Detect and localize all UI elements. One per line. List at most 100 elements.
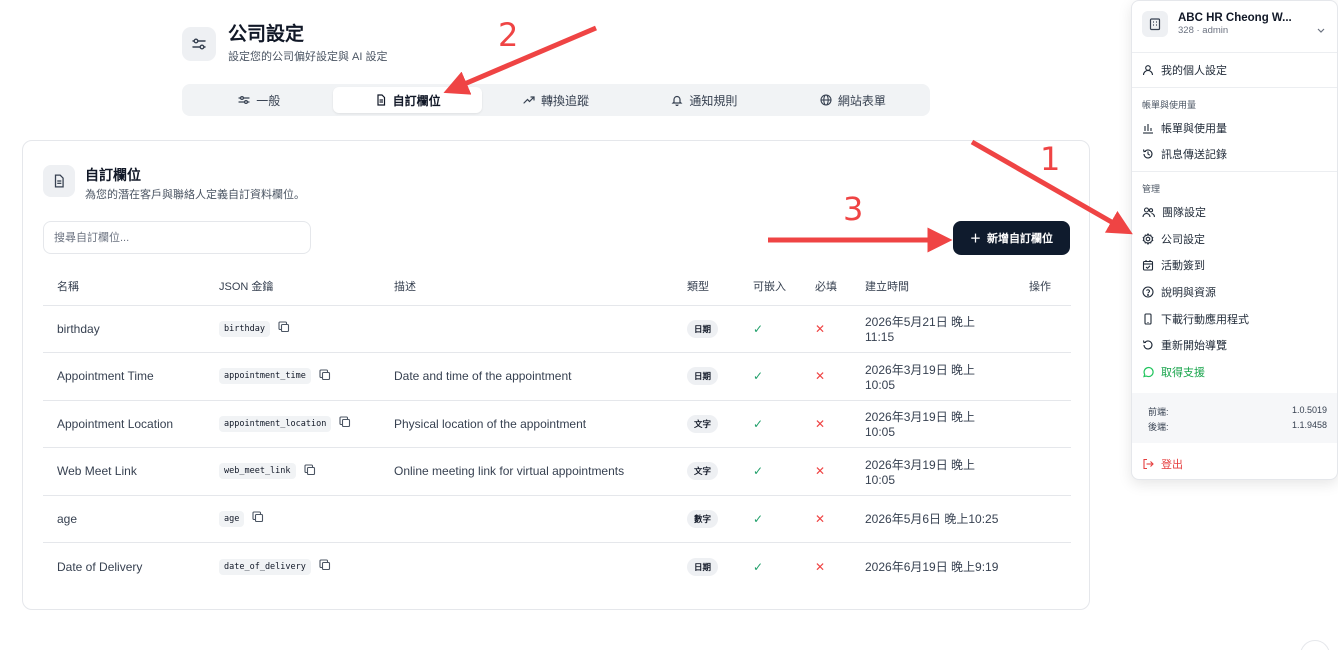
logout-icon (1143, 458, 1154, 470)
field-description: Online meeting link for virtual appointm… (380, 447, 673, 496)
menu-item-label: 公司設定 (1161, 234, 1205, 246)
table-row[interactable]: Web Meet Link web_meet_link Online meeti… (43, 447, 1071, 496)
type-badge: 日期 (687, 367, 719, 386)
table-row[interactable]: Appointment Location appointment_locatio… (43, 400, 1071, 448)
document-icon (376, 94, 385, 106)
menu-item-help[interactable]: 說明與資源 (1142, 283, 1216, 301)
column-header-type[interactable]: 類型 (673, 267, 739, 306)
tab-label: 轉換追蹤 (541, 93, 590, 108)
type-badge: 數字 (687, 509, 719, 528)
field-name: age (43, 495, 205, 543)
column-header-name[interactable]: 名稱 (43, 267, 205, 306)
calendar-check-icon (1142, 260, 1154, 271)
custom-fields-card: 自訂欄位 為您的潛在客戶與聯絡人定義自訂資料欄位。 ＋ 新增自訂欄位 名稱 JS… (22, 140, 1090, 610)
field-description: Date and time of the appointment (380, 352, 673, 401)
backend-version-row: 後端: 1.1.9458 (1148, 420, 1327, 433)
column-header-embeddable[interactable]: 可嵌入 (739, 267, 801, 306)
menu-item-profile[interactable]: 我的個人設定 (1142, 61, 1227, 79)
column-header-description[interactable]: 描述 (380, 267, 673, 306)
tab-notification-rules[interactable]: 通知規則 (630, 87, 778, 113)
embeddable-check-icon: ✓ (739, 352, 801, 401)
table-row[interactable]: age age 數字 ✓ ✕ 2026年5月6日 晚上10:25 (43, 495, 1071, 543)
settings-sliders-icon (182, 27, 216, 61)
json-key: appointment_location (219, 415, 332, 432)
required-cross-icon: ✕ (801, 495, 851, 543)
table-row[interactable]: Appointment Time appointment_time Date a… (43, 352, 1071, 401)
copy-icon[interactable] (339, 416, 351, 431)
embeddable-check-icon: ✓ (739, 447, 801, 496)
tab-label: 通知規則 (689, 93, 738, 108)
org-switcher[interactable]: ABC HR Cheong W... 328 · admin (1142, 11, 1332, 37)
column-header-required[interactable]: 必填 (801, 267, 851, 306)
menu-item-company-settings[interactable]: 公司設定 (1142, 230, 1205, 248)
field-name: Appointment Location (43, 400, 205, 448)
column-header-json-key[interactable]: JSON 金鑰 (205, 267, 380, 306)
menu-item-download-app[interactable]: 下載行動應用程式 (1142, 310, 1249, 328)
tab-custom-fields[interactable]: 自訂欄位 (333, 87, 482, 113)
page-header: 公司設定 設定您的公司偏好設定與 AI 設定 (182, 24, 388, 64)
column-header-created[interactable]: 建立時間 (851, 267, 1015, 306)
table-row[interactable]: Date of Delivery date_of_delivery 日期 ✓ ✕… (43, 543, 1071, 591)
copy-icon[interactable] (319, 369, 331, 384)
type-cell: 日期 (673, 352, 739, 401)
add-custom-field-button[interactable]: ＋ 新增自訂欄位 (953, 221, 1070, 255)
card-header: 自訂欄位 為您的潛在客戶與聯絡人定義自訂資料欄位。 (43, 165, 305, 202)
field-description: Physical location of the appointment (380, 400, 673, 448)
annotation-number-1: 1 (1040, 140, 1061, 178)
type-badge: 日期 (687, 319, 719, 338)
created-time: 2026年5月21日 晚上11:15 (851, 305, 1015, 353)
org-name: ABC HR Cheong W... (1178, 12, 1292, 24)
json-key-cell: appointment_location (205, 400, 380, 448)
annotation-number-2: 2 (498, 16, 519, 54)
floating-help-button[interactable] (1300, 640, 1330, 650)
menu-item-get-support[interactable]: 取得支援 (1142, 363, 1205, 381)
frontend-version-row: 前端: 1.0.5019 (1148, 405, 1327, 418)
menu-item-label: 說明與資源 (1161, 287, 1216, 299)
menu-item-message-log[interactable]: 訊息傳送記錄 (1142, 145, 1227, 163)
tab-website-forms[interactable]: 網站表單 (779, 87, 927, 113)
chevron-updown-icon (1317, 28, 1325, 33)
bell-icon (671, 95, 683, 106)
required-cross-icon: ✕ (801, 305, 851, 353)
version-info: 前端: 1.0.5019 後端: 1.1.9458 (1132, 393, 1337, 443)
menu-item-billing[interactable]: 帳單與使用量 (1142, 119, 1227, 137)
menu-item-restart-tour[interactable]: 重新開始導覽 (1142, 336, 1227, 354)
embeddable-check-icon: ✓ (753, 559, 764, 574)
org-role: 328 · admin (1178, 25, 1229, 36)
copy-icon[interactable] (278, 321, 290, 336)
embeddable-check-icon: ✓ (739, 495, 801, 543)
field-description (380, 543, 673, 591)
type-cell: 數字 (673, 495, 739, 543)
backend-version: 1.1.9458 (1291, 420, 1327, 430)
trend-icon (523, 96, 535, 104)
json-key-cell: age (205, 495, 380, 543)
menu-item-label: 我的個人設定 (1161, 65, 1227, 77)
tab-conversion-tracking[interactable]: 轉換追蹤 (482, 87, 630, 113)
menu-item-event-checkin[interactable]: 活動簽到 (1142, 256, 1205, 274)
field-name: Date of Delivery (57, 559, 143, 574)
required-cross-icon: ✕ (801, 447, 851, 496)
field-description (380, 305, 673, 353)
tab-general[interactable]: 一般 (185, 87, 333, 113)
bar-chart-icon (1143, 124, 1153, 134)
menu-item-team[interactable]: 團隊設定 (1142, 203, 1206, 221)
menu-divider (1132, 52, 1337, 53)
required-cross-icon: ✕ (801, 400, 851, 448)
settings-tabs: 一般 自訂欄位 轉換追蹤 通知規則 網站表單 (182, 84, 930, 116)
table-row[interactable]: birthday birthday 日期 ✓ ✕ 2026年5月21日 晚上11… (43, 305, 1071, 353)
created-time: 2026年5月6日 晚上10:25 (851, 495, 1015, 543)
actions-cell (1015, 543, 1071, 591)
users-icon (1142, 207, 1155, 218)
menu-section-manage: 管理 (1142, 184, 1161, 194)
copy-icon[interactable] (319, 559, 331, 574)
menu-item-logout[interactable]: 登出 (1142, 455, 1183, 473)
field-description (380, 495, 673, 543)
copy-icon[interactable] (303, 464, 316, 479)
search-input[interactable] (43, 221, 311, 254)
copy-icon[interactable] (252, 511, 264, 526)
menu-section-billing: 帳單與使用量 (1142, 100, 1197, 110)
menu-divider (1132, 171, 1337, 172)
created-time: 2026年6月19日 晚上9:19 (865, 560, 999, 574)
created-time: 2026年3月19日 晚上10:05 (851, 447, 1015, 496)
json-key-cell: birthday (205, 305, 380, 353)
